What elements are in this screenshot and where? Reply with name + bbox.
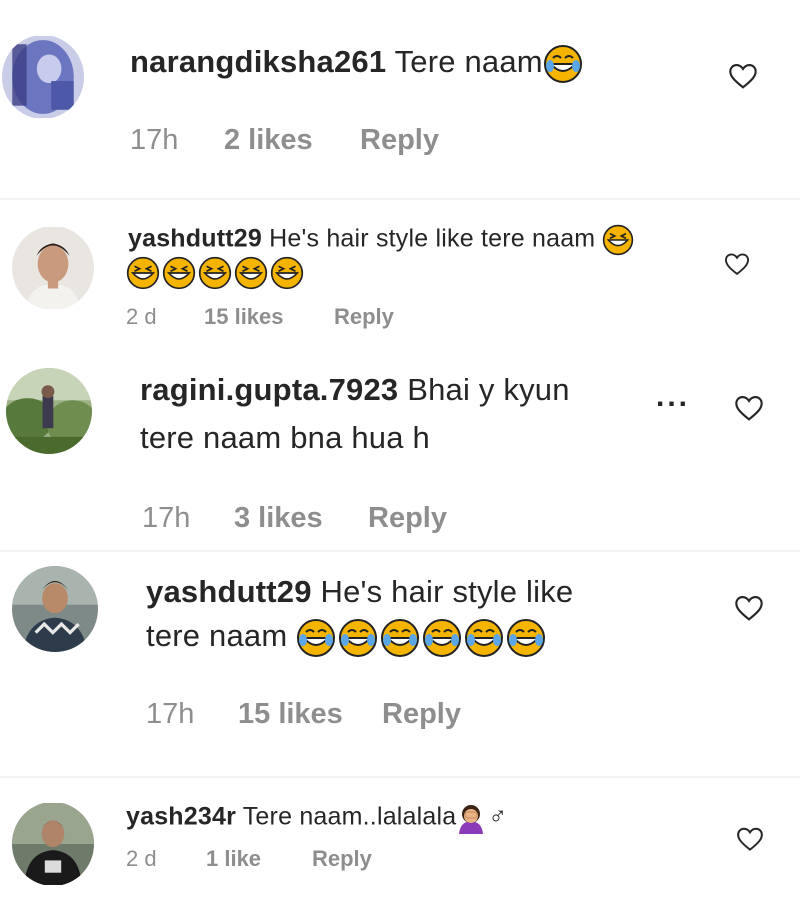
heart-outline-icon[interactable] bbox=[732, 592, 766, 624]
comment-item: ragini.gupta.7923 Bhai y kyun tere naam … bbox=[0, 350, 800, 550]
comment-text-line: yashdutt29 He's hair style like bbox=[146, 574, 573, 610]
comment-item: yashdutt29 He's hair style like tere naa… bbox=[0, 552, 800, 752]
comment-username[interactable]: yashdutt29 bbox=[128, 225, 262, 253]
face-with-tears-of-joy-emoji bbox=[338, 618, 378, 658]
comment-text-line: narangdiksha261 Tere naam bbox=[130, 44, 585, 84]
avatar-image bbox=[6, 368, 92, 454]
face-with-tears-of-joy-emoji bbox=[380, 618, 420, 658]
comment-username[interactable]: yashdutt29 bbox=[146, 574, 312, 609]
woman-facepalming-emoji bbox=[456, 802, 486, 834]
face-with-tears-of-joy-emoji bbox=[464, 618, 504, 658]
grinning-squinting-face-emoji bbox=[198, 256, 232, 290]
comment-text-line: yash234r Tere naam..lalalala ♂ bbox=[126, 802, 507, 834]
comment-text-suffix: ♂ bbox=[488, 802, 508, 831]
comment-text-continued: tere naam bbox=[146, 618, 288, 654]
grinning-squinting-face-emoji bbox=[162, 256, 196, 290]
reply-button[interactable]: Reply bbox=[312, 846, 372, 872]
comment-meta: 17h 3 likes Reply bbox=[142, 502, 542, 538]
comment-meta: 17h 2 likes Reply bbox=[130, 124, 530, 160]
comment-text: Tere naam..lalalala bbox=[242, 802, 457, 831]
comment-item: yash234r Tere naam..lalalala ♂ 2 d 1 like… bbox=[0, 778, 800, 912]
reply-button[interactable]: Reply bbox=[360, 124, 439, 157]
comment-text-line: tere naam bbox=[146, 618, 548, 658]
reply-button[interactable]: Reply bbox=[368, 502, 447, 535]
comment-text: Bhai y kyun bbox=[407, 372, 570, 407]
reply-button[interactable]: Reply bbox=[334, 304, 394, 330]
comment-text: He's hair style like tere naam bbox=[269, 224, 596, 253]
avatar[interactable] bbox=[12, 566, 98, 652]
comment-time: 17h bbox=[142, 502, 191, 534]
comment-username[interactable]: yash234r bbox=[126, 803, 236, 831]
face-with-tears-of-joy-emoji bbox=[506, 618, 546, 658]
grinning-squinting-face-emoji bbox=[602, 224, 634, 256]
comment-text-line: tere naam bna hua h bbox=[140, 420, 430, 456]
emoji-row bbox=[126, 256, 306, 290]
avatar-image bbox=[12, 566, 98, 652]
heart-outline-icon[interactable] bbox=[722, 250, 752, 278]
comment-username[interactable]: ragini.gupta.7923 bbox=[140, 372, 398, 407]
heart-outline-icon[interactable] bbox=[726, 60, 760, 92]
comment-username[interactable]: narangdiksha261 bbox=[130, 44, 386, 79]
grinning-squinting-face-emoji bbox=[270, 256, 304, 290]
face-with-tears-of-joy-emoji bbox=[422, 618, 462, 658]
heart-outline-icon[interactable] bbox=[732, 392, 766, 424]
comment-time: 2 d bbox=[126, 304, 157, 329]
reply-button[interactable]: Reply bbox=[382, 698, 461, 731]
face-with-tears-of-joy-emoji bbox=[296, 618, 336, 658]
comment-item: yashdutt29 He's hair style like tere naa… bbox=[0, 200, 800, 350]
avatar[interactable] bbox=[12, 802, 94, 886]
comment-time: 17h bbox=[146, 698, 195, 730]
comment-meta: 2 d 15 likes Reply bbox=[126, 304, 526, 334]
comment-text-line: yashdutt29 He's hair style like tere naa… bbox=[128, 224, 636, 256]
comment-text-continued: tere naam bna hua h bbox=[140, 420, 430, 455]
comment-likes[interactable]: 2 likes bbox=[224, 124, 313, 157]
comment-time: 2 d bbox=[126, 846, 157, 871]
avatar[interactable] bbox=[12, 226, 94, 310]
comment-meta: 2 d 1 like Reply bbox=[126, 846, 526, 876]
grinning-squinting-face-emoji bbox=[126, 256, 160, 290]
avatar-image bbox=[12, 227, 94, 309]
comment-time: 17h bbox=[130, 124, 179, 156]
comment-likes[interactable]: 3 likes bbox=[234, 502, 323, 535]
avatar-image bbox=[2, 36, 84, 118]
avatar[interactable] bbox=[6, 368, 92, 454]
grinning-squinting-face-emoji bbox=[234, 256, 268, 290]
comment-likes[interactable]: 15 likes bbox=[238, 698, 343, 731]
avatar[interactable] bbox=[2, 35, 84, 119]
comment-meta: 17h 15 likes Reply bbox=[146, 698, 546, 734]
more-options-icon[interactable]: ... bbox=[656, 380, 690, 414]
avatar-image bbox=[12, 803, 94, 885]
comment-text-line: ragini.gupta.7923 Bhai y kyun bbox=[140, 372, 570, 408]
comment-likes[interactable]: 1 like bbox=[206, 846, 261, 872]
comment-item: narangdiksha261 Tere naam 17h 2 likes Re… bbox=[0, 0, 800, 200]
heart-outline-icon[interactable] bbox=[734, 824, 766, 854]
comment-likes[interactable]: 15 likes bbox=[204, 304, 284, 330]
comment-text: He's hair style like bbox=[320, 574, 574, 609]
face-with-tears-of-joy-emoji bbox=[543, 44, 583, 84]
comment-text: Tere naam bbox=[394, 44, 543, 80]
